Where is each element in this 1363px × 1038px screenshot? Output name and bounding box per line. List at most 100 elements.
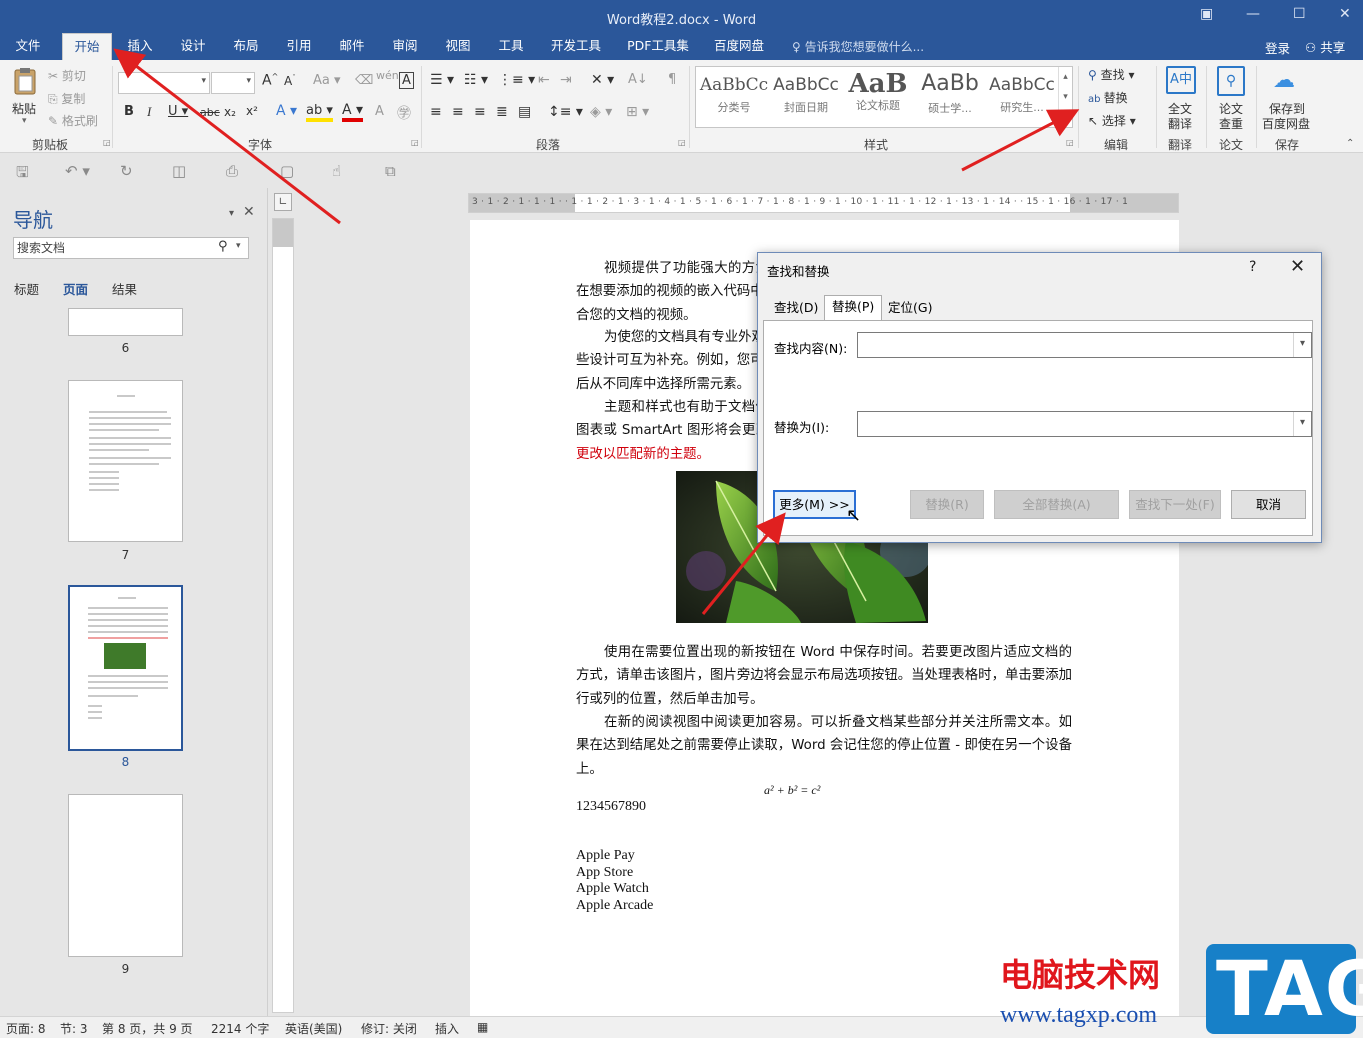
tab-pdf-tools[interactable]: PDF工具集 (620, 33, 696, 60)
char-shading-icon[interactable]: A (375, 104, 384, 119)
phonetic-guide-icon[interactable]: wén (376, 69, 399, 82)
line-spacing-icon[interactable]: ↕≡ ▾ (548, 104, 583, 120)
align-left-icon[interactable]: ≡ (430, 104, 442, 120)
page-thumbnail[interactable] (68, 380, 183, 542)
show-marks-icon[interactable]: ¶ (668, 72, 676, 87)
shading-icon[interactable]: ◈ ▾ (590, 104, 612, 120)
tab-review[interactable]: 审阅 (383, 33, 427, 60)
translate-icon[interactable]: A中 (1166, 66, 1196, 94)
tab-replace[interactable]: 替换(P) (824, 295, 883, 321)
find-button[interactable]: ⚲ 查找 ▾ (1088, 66, 1134, 83)
close-icon[interactable]: ✕ (243, 204, 255, 220)
replace-input[interactable] (858, 412, 1278, 436)
undo-icon[interactable]: ↶ ▾ (65, 162, 90, 180)
font-size-combo[interactable]: ▾ (211, 72, 255, 94)
font-name-combo[interactable]: ▾ (118, 72, 210, 94)
login-link[interactable]: 登录 (1265, 38, 1290, 57)
gallery-scroll[interactable]: ▴ ▾ ▾ (1058, 67, 1072, 127)
format-painter-button[interactable]: ✎ 格式刷 (48, 112, 98, 129)
sort-icon[interactable]: A↓ (628, 72, 648, 87)
status-page-count[interactable]: 第 8 页，共 9 页 (102, 1020, 193, 1037)
find-input[interactable] (858, 333, 1278, 357)
enclose-char-icon[interactable]: ㊫ (397, 103, 411, 123)
tab-design[interactable]: 设计 (171, 33, 215, 60)
status-language[interactable]: 英语(美国) (285, 1020, 342, 1037)
baidu-cloud-icon[interactable]: ☁ (1273, 68, 1295, 93)
tab-file[interactable]: 文件 (6, 33, 50, 60)
preview-icon[interactable]: ▢ (280, 162, 294, 180)
maximize-icon[interactable]: ☐ (1293, 6, 1306, 22)
tab-baidu-netdisk[interactable]: 百度网盘 (706, 33, 772, 60)
tab-goto[interactable]: 定位(G) (881, 297, 939, 321)
paste-dropdown-icon[interactable]: ▾ (22, 116, 27, 126)
macro-icon[interactable]: ▦ (477, 1020, 488, 1034)
horizontal-ruler[interactable]: 3 · 1 · 2 · 1 · 1 · 1 · · 1 · 1 · 2 · 1 … (468, 193, 1179, 213)
close-icon[interactable]: ✕ (1339, 6, 1351, 22)
dialog-launcher-icon[interactable]: ◲ (103, 138, 111, 147)
font-color-icon[interactable]: A ▾ (342, 102, 364, 122)
italic-icon[interactable]: I (147, 104, 151, 120)
distributed-icon[interactable]: ▤ (518, 104, 531, 120)
chevron-down-icon[interactable]: ▾ (236, 241, 241, 251)
status-track-changes[interactable]: 修订: 关闭 (361, 1020, 417, 1037)
vertical-ruler[interactable] (272, 218, 294, 1013)
tab-view[interactable]: 视图 (436, 33, 480, 60)
more-button[interactable]: 更多(M) >> (773, 490, 856, 519)
copy-button[interactable]: ⎘ 复制 (48, 90, 85, 107)
chevron-down-icon[interactable]: ▾ (1293, 412, 1311, 436)
replace-all-button[interactable]: 全部替换(A) (994, 490, 1119, 519)
select-button[interactable]: ↖ 选择 ▾ (1088, 112, 1136, 129)
cut-button[interactable]: ✂ 剪切 (48, 67, 86, 84)
tab-developer[interactable]: 开发工具 (543, 33, 609, 60)
subscript-icon[interactable]: x₂ (224, 105, 236, 119)
paste-button[interactable]: 粘贴 (12, 100, 36, 117)
char-border-icon[interactable]: A (399, 72, 414, 89)
tab-headings[interactable]: 标题 (14, 279, 39, 298)
dialog-launcher-icon[interactable]: ◲ (411, 138, 419, 147)
ribbon-display-icon[interactable]: ▣ (1200, 6, 1213, 22)
highlight-icon[interactable]: ab ▾ (306, 103, 333, 122)
clear-format-icon[interactable]: ⌫ (355, 73, 373, 88)
shrink-font-icon[interactable]: Aˇ (284, 74, 296, 88)
tab-references[interactable]: 引用 (277, 33, 321, 60)
chinese-layout-icon[interactable]: ✕ ▾ (591, 72, 614, 88)
tab-tools[interactable]: 工具 (489, 33, 533, 60)
minimize-icon[interactable]: — (1246, 6, 1260, 22)
replace-button[interactable]: ab 替换 (1088, 89, 1128, 106)
print-icon[interactable]: ⎙ (226, 162, 238, 180)
text-effects-icon[interactable]: A ▾ (276, 103, 297, 119)
numbering-icon[interactable]: ☷ ▾ (464, 72, 488, 88)
search-input[interactable] (14, 238, 204, 258)
page-thumbnail-selected[interactable] (68, 585, 183, 751)
tell-me-search[interactable]: ♀ 告诉我您想要做什么... (792, 38, 924, 55)
grow-font-icon[interactable]: A^ (262, 72, 278, 89)
dialog-launcher-icon[interactable]: ◲ (1066, 138, 1074, 147)
style-item[interactable]: AaBbCc 研究生... (986, 69, 1058, 125)
nav-options[interactable]: ▾ ✕ (229, 204, 255, 220)
status-insert-mode[interactable]: 插入 (435, 1020, 459, 1037)
status-words[interactable]: 2214 个字 (211, 1020, 269, 1037)
redo-icon[interactable]: ↻ (120, 162, 133, 180)
superscript-icon[interactable]: x² (246, 104, 258, 118)
align-center-icon[interactable]: ≡ (452, 104, 464, 120)
tab-layout[interactable]: 布局 (224, 33, 268, 60)
replace-button[interactable]: 替换(R) (910, 490, 984, 519)
style-item[interactable]: AaBbCc 分类号 (698, 69, 770, 125)
dialog-launcher-icon[interactable]: ◲ (678, 138, 686, 147)
underline-icon[interactable]: U ▾ (168, 104, 188, 119)
view-icon[interactable]: ◫ (172, 162, 186, 180)
change-case-icon[interactable]: Aa ▾ (313, 73, 341, 88)
tab-insert[interactable]: 插入 (118, 33, 162, 60)
strikethrough-icon[interactable]: abc (200, 106, 220, 119)
share-button[interactable]: ⚇ 共享 (1305, 37, 1345, 56)
bullets-icon[interactable]: ☰ ▾ (430, 72, 454, 88)
tab-pages[interactable]: 页面 (63, 279, 88, 298)
touch-icon[interactable]: ☝ (332, 162, 341, 180)
tab-find[interactable]: 查找(D) (767, 297, 825, 321)
justify-icon[interactable]: ≣ (496, 104, 508, 120)
search-icon[interactable]: ⚲ (218, 239, 228, 254)
page-thumbnail[interactable] (68, 794, 183, 957)
tab-home[interactable]: 开始 (62, 33, 112, 60)
chevron-down-icon[interactable]: ▾ (229, 208, 234, 219)
increase-indent-icon[interactable]: ⇥ (560, 72, 572, 88)
